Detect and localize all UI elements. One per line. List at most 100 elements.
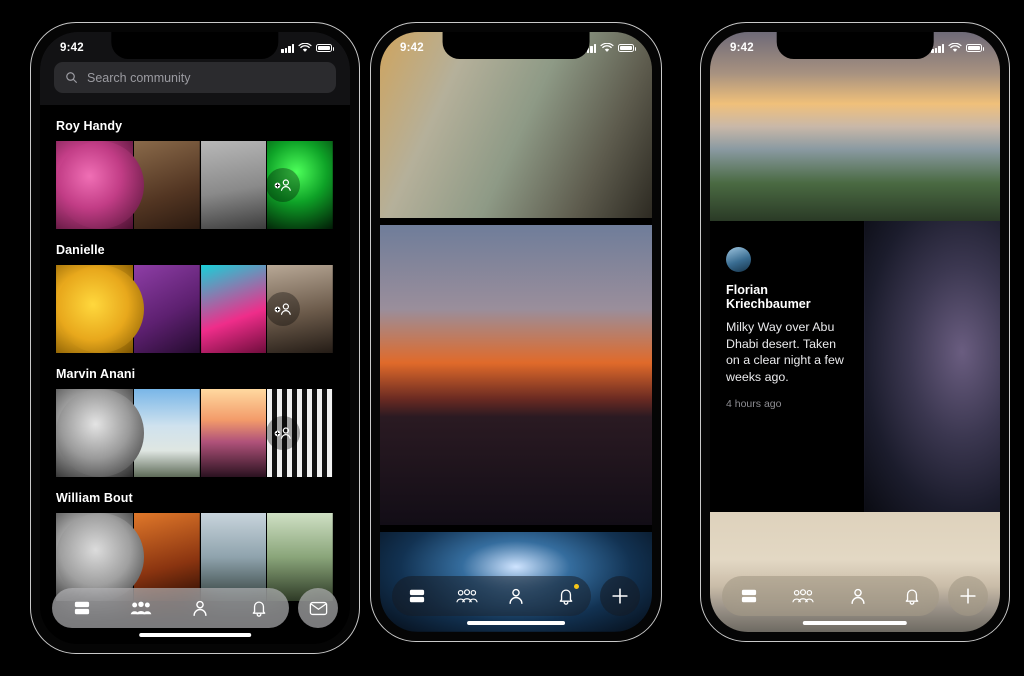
strip-tile[interactable]: [200, 389, 268, 477]
community-section: Marvin Anani: [40, 353, 350, 477]
strip-tile[interactable]: [200, 265, 268, 353]
create-post-button[interactable]: [600, 576, 640, 616]
battery-icon: [966, 43, 984, 53]
notch: [111, 32, 279, 59]
add-person-icon: [274, 427, 291, 439]
nav-item-profile[interactable]: [843, 581, 873, 611]
post-caption: Milky Way over Abu Dhabi desert. Taken o…: [726, 320, 844, 384]
nav-item-feed[interactable]: [402, 581, 432, 611]
person-icon: [193, 600, 207, 616]
feed-photo[interactable]: [380, 225, 652, 526]
add-person-button[interactable]: [266, 292, 300, 326]
wifi-icon: [298, 43, 312, 52]
add-person-icon: [274, 303, 291, 315]
phone-3-content: Florian Kriechbaumer Milky Way over Abu …: [710, 32, 1000, 632]
nav-item-profile[interactable]: [501, 581, 531, 611]
status-time: 9:42: [400, 42, 424, 54]
post-author: Florian Kriechbaumer: [726, 283, 811, 311]
section-title: Marvin Anani: [56, 367, 136, 381]
avatar[interactable]: [56, 265, 144, 353]
nav-item-community[interactable]: [788, 581, 818, 611]
post-details: Florian Kriechbaumer Milky Way over Abu …: [710, 221, 864, 512]
bottom-nav: [380, 576, 652, 616]
bottom-nav: [40, 588, 350, 628]
nav-item-notifications[interactable]: [897, 581, 927, 611]
phone-3-post: Florian Kriechbaumer Milky Way over Abu …: [700, 22, 1010, 642]
feed-list-icon: [409, 589, 424, 603]
section-title: Roy Handy: [56, 119, 123, 133]
avatar[interactable]: [56, 389, 144, 477]
phone-1-screen: 9:42 Search community Roy Handy Danielle…: [40, 32, 350, 644]
nav-item-profile[interactable]: [185, 593, 215, 623]
nav-pill: [52, 588, 289, 628]
nav-pill: [392, 576, 591, 616]
phone-3-screen: Florian Kriechbaumer Milky Way over Abu …: [710, 32, 1000, 632]
feed-gap: [380, 525, 652, 532]
add-person-icon: [274, 179, 291, 191]
plus-icon: [960, 588, 976, 604]
bottom-nav: [710, 576, 1000, 616]
status-icons: [931, 43, 984, 53]
screenshot-stage: 9:42 Search community Roy Handy Danielle…: [0, 0, 1024, 676]
nav-item-notifications[interactable]: [551, 581, 581, 611]
messages-button[interactable]: [298, 588, 338, 628]
nav-item-notifications[interactable]: [244, 593, 274, 623]
nav-item-community[interactable]: [126, 593, 156, 623]
notch: [442, 32, 590, 59]
feed-list-icon: [742, 589, 757, 603]
status-time: 9:42: [60, 42, 84, 54]
nav-item-feed[interactable]: [734, 581, 764, 611]
plus-icon: [612, 588, 628, 604]
battery-icon: [618, 43, 636, 53]
feed-gap: [380, 218, 652, 225]
envelope-icon: [309, 601, 327, 615]
community-section: William Bout: [40, 477, 350, 601]
photo-strip: [56, 265, 334, 353]
avatar[interactable]: [726, 247, 751, 272]
person-icon: [851, 588, 865, 604]
photo-feed: [380, 32, 652, 632]
post-photo[interactable]: [863, 221, 1000, 512]
add-person-button[interactable]: [266, 168, 300, 202]
strip-tile[interactable]: [134, 389, 201, 477]
phone-2-feed: 9:42: [370, 22, 662, 642]
search-input[interactable]: Search community: [54, 62, 336, 93]
photo-strip: [56, 141, 334, 229]
nav-item-community[interactable]: [452, 581, 482, 611]
bell-icon: [905, 589, 919, 605]
people-group-icon: [792, 589, 814, 603]
create-post-button[interactable]: [948, 576, 988, 616]
avatar[interactable]: [56, 141, 144, 229]
post-row: Florian Kriechbaumer Milky Way over Abu …: [710, 221, 1000, 512]
home-indicator: [802, 620, 908, 625]
search-icon: [66, 72, 77, 83]
section-title: William Bout: [56, 491, 133, 505]
strip-tile[interactable]: [134, 265, 201, 353]
community-section: Danielle: [40, 229, 350, 353]
strip-tile[interactable]: [134, 141, 201, 229]
notification-badge-dot: [574, 584, 580, 589]
people-group-icon: [130, 601, 152, 615]
phone-1-content: Search community Roy Handy Danielle Marv…: [40, 32, 350, 644]
strip-tile[interactable]: [200, 141, 268, 229]
battery-icon: [316, 43, 334, 53]
people-group-icon: [456, 589, 478, 603]
photo-strip: [56, 389, 334, 477]
person-icon: [509, 588, 523, 604]
status-time: 9:42: [730, 42, 754, 54]
notch: [776, 32, 934, 59]
community-section: Roy Handy: [40, 105, 350, 229]
home-indicator: [139, 632, 251, 637]
hero-photo[interactable]: [710, 32, 1000, 221]
post-timestamp: 4 hours ago: [726, 398, 782, 410]
nav-item-feed[interactable]: [67, 593, 97, 623]
phone-2-screen: 9:42: [380, 32, 652, 632]
feed-list-icon: [74, 601, 89, 615]
nav-pill: [722, 576, 939, 616]
status-icons: [583, 43, 636, 53]
status-icons: [281, 43, 334, 53]
home-indicator: [467, 620, 565, 625]
wifi-icon: [600, 43, 614, 52]
section-title: Danielle: [56, 243, 105, 257]
add-person-button[interactable]: [266, 416, 300, 450]
